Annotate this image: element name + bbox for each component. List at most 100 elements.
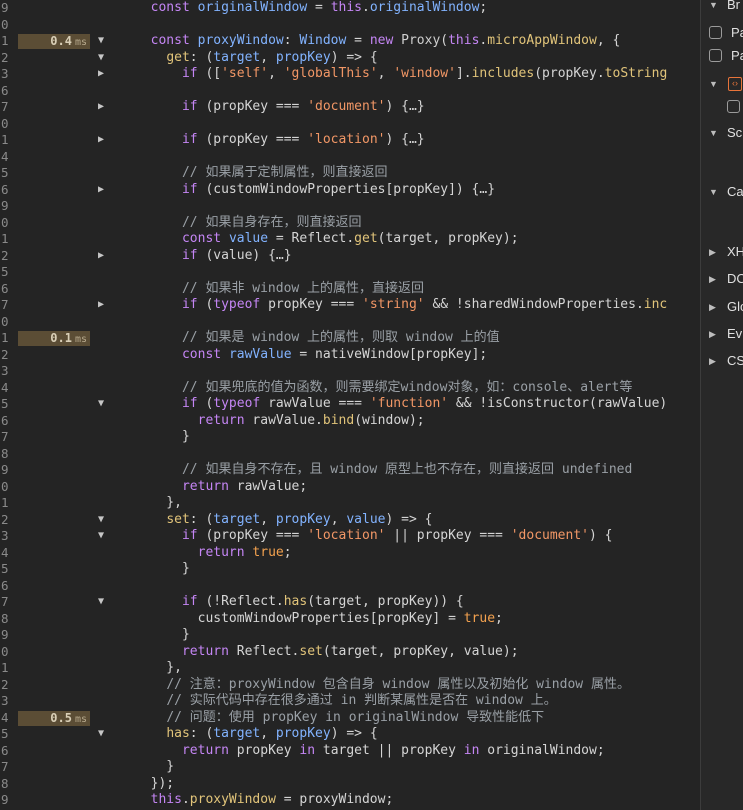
fold-collapsed-icon[interactable]: ▶: [96, 66, 106, 83]
line-number[interactable]: 2: [0, 50, 12, 67]
sidebar-row[interactable]: ▼ Sc: [701, 122, 743, 144]
line-number[interactable]: 3: [0, 528, 12, 545]
sidebar-row[interactable]: ▶ CS: [701, 350, 743, 372]
triangle-down-icon[interactable]: ▼: [709, 187, 718, 197]
line-number[interactable]: 0: [0, 479, 12, 496]
triangle-down-icon[interactable]: ▼: [709, 128, 718, 138]
triangle-down-icon[interactable]: ▼: [709, 79, 718, 89]
code-line[interactable]: 8 customWindowProperties[propKey] = true…: [0, 611, 700, 628]
checkbox[interactable]: [709, 49, 722, 62]
line-number[interactable]: 9: [0, 792, 12, 809]
code-line[interactable]: 8 });: [0, 776, 700, 793]
code-line[interactable]: 5: [0, 264, 700, 281]
sidebar-row[interactable]: ▼ Ca: [701, 181, 743, 203]
fold-collapsed-icon[interactable]: ▶: [96, 99, 106, 116]
triangle-right-icon[interactable]: ▶: [709, 356, 716, 367]
fold-expanded-icon[interactable]: ▼: [96, 726, 106, 743]
fold-expanded-icon[interactable]: ▼: [96, 33, 106, 50]
sidebar-section-label[interactable]: Glo: [727, 299, 743, 314]
sidebar-section-label[interactable]: DC: [727, 271, 743, 286]
code-line[interactable]: 3 ▶ if (['self', 'globalThis', 'window'].…: [0, 66, 700, 83]
code-line[interactable]: 0 // 如果自身存在，则直接返回: [0, 215, 700, 232]
code-line[interactable]: 4: [0, 149, 700, 166]
line-number[interactable]: 4: [0, 545, 12, 562]
code-line[interactable]: 3: [0, 363, 700, 380]
line-number[interactable]: 1: [0, 495, 12, 512]
fold-collapsed-icon[interactable]: ▶: [96, 297, 106, 314]
code-line[interactable]: 1 0.4 ms ▼ const proxyWindow: Window = new …: [0, 33, 700, 50]
sidebar-row[interactable]: ▼ Br: [701, 0, 743, 16]
line-number[interactable]: 2: [0, 248, 12, 265]
code-line[interactable]: 1 },: [0, 660, 700, 677]
line-number[interactable]: 1: [0, 132, 12, 149]
line-number[interactable]: 1: [0, 33, 12, 50]
line-number[interactable]: 0: [0, 314, 12, 331]
line-number[interactable]: 6: [0, 281, 12, 298]
code-line[interactable]: 9: [0, 198, 700, 215]
code-line[interactable]: 0: [0, 116, 700, 133]
source-editor[interactable]: 9 const originalWindow = this.originalWi…: [0, 0, 700, 810]
line-number[interactable]: 5: [0, 561, 12, 578]
code-line[interactable]: 6 return rawValue.bind(window);: [0, 413, 700, 430]
triangle-right-icon[interactable]: ▶: [709, 274, 716, 285]
code-line[interactable]: 4 return true;: [0, 545, 700, 562]
code-line[interactable]: 1 ▶ if (propKey === 'location') {…}: [0, 132, 700, 149]
line-number[interactable]: 7: [0, 429, 12, 446]
code-line[interactable]: 6 ▶ if (customWindowProperties[propKey]) …: [0, 182, 700, 199]
code-line[interactable]: 5 ▼ if (typeof rawValue === 'function' &&…: [0, 396, 700, 413]
line-number[interactable]: 1: [0, 330, 12, 347]
sidebar-section-label[interactable]: XH: [727, 244, 743, 259]
line-number[interactable]: 9: [0, 198, 12, 215]
code-line[interactable]: 0 return rawValue;: [0, 479, 700, 496]
code-line[interactable]: 0: [0, 17, 700, 34]
line-number[interactable]: 2: [0, 347, 12, 364]
code-line[interactable]: 2 // 注意：proxyWindow 包含自身 window 属性以及初始化 …: [0, 677, 700, 694]
triangle-down-icon[interactable]: ▼: [709, 0, 718, 10]
line-number[interactable]: 0: [0, 215, 12, 232]
checkbox-label[interactable]: Pa: [731, 25, 743, 40]
line-number[interactable]: 9: [0, 627, 12, 644]
code-line[interactable]: 8: [0, 446, 700, 463]
checkbox-label[interactable]: Pa: [731, 48, 743, 63]
line-number[interactable]: 8: [0, 446, 12, 463]
line-number[interactable]: 5: [0, 264, 12, 281]
code-line[interactable]: 5 }: [0, 561, 700, 578]
sidebar-row[interactable]: ▶ XH: [701, 241, 743, 263]
code-line[interactable]: 2 ▼ get: (target, propKey) => {: [0, 50, 700, 67]
code-line[interactable]: 5 ▼ has: (target, propKey) => {: [0, 726, 700, 743]
code-line[interactable]: 3 ▼ if (propKey === 'location' || propKey…: [0, 528, 700, 545]
code-line[interactable]: 9 this.proxyWindow = proxyWindow;: [0, 792, 700, 809]
line-number[interactable]: 4: [0, 380, 12, 397]
line-number[interactable]: 4: [0, 149, 12, 166]
line-number[interactable]: 2: [0, 512, 12, 529]
code-line[interactable]: 1 },: [0, 495, 700, 512]
code-line[interactable]: 1 const value = Reflect.get(target, prop…: [0, 231, 700, 248]
code-line[interactable]: 9 }: [0, 627, 700, 644]
code-line[interactable]: 4 0.5 ms // 问题：使用 propKey in originalWindo…: [0, 710, 700, 727]
line-number[interactable]: 5: [0, 165, 12, 182]
code-line[interactable]: 7 }: [0, 759, 700, 776]
fold-expanded-icon[interactable]: ▼: [96, 512, 106, 529]
code-line[interactable]: 2 ▶ if (value) {…}: [0, 248, 700, 265]
code-line[interactable]: 4 // 如果兜底的值为函数，则需要绑定window对象，如：console、a…: [0, 380, 700, 397]
line-number[interactable]: 5: [0, 396, 12, 413]
line-number[interactable]: 3: [0, 363, 12, 380]
checkbox[interactable]: [727, 100, 740, 113]
triangle-right-icon[interactable]: ▶: [709, 302, 716, 313]
line-number[interactable]: 9: [0, 462, 12, 479]
line-number[interactable]: 7: [0, 594, 12, 611]
code-line[interactable]: 6: [0, 578, 700, 595]
line-number[interactable]: 3: [0, 693, 12, 710]
code-line[interactable]: 9 // 如果自身不存在，且 window 原型上也不存在，则直接返回 unde…: [0, 462, 700, 479]
line-number[interactable]: 8: [0, 776, 12, 793]
code-line[interactable]: 6: [0, 83, 700, 100]
code-line[interactable]: 2 ▼ set: (target, propKey, value) => {: [0, 512, 700, 529]
fold-collapsed-icon[interactable]: ▶: [96, 182, 106, 199]
fold-collapsed-icon[interactable]: ▶: [96, 248, 106, 265]
code-line[interactable]: 9 const originalWindow = this.originalWi…: [0, 0, 700, 17]
sidebar-row[interactable]: [701, 96, 743, 118]
line-number[interactable]: 6: [0, 743, 12, 760]
sidebar-section-label[interactable]: Br: [727, 0, 740, 12]
code-line[interactable]: 7 ▶ if (typeof propKey === 'string' && !s…: [0, 297, 700, 314]
triangle-right-icon[interactable]: ▶: [709, 329, 716, 340]
